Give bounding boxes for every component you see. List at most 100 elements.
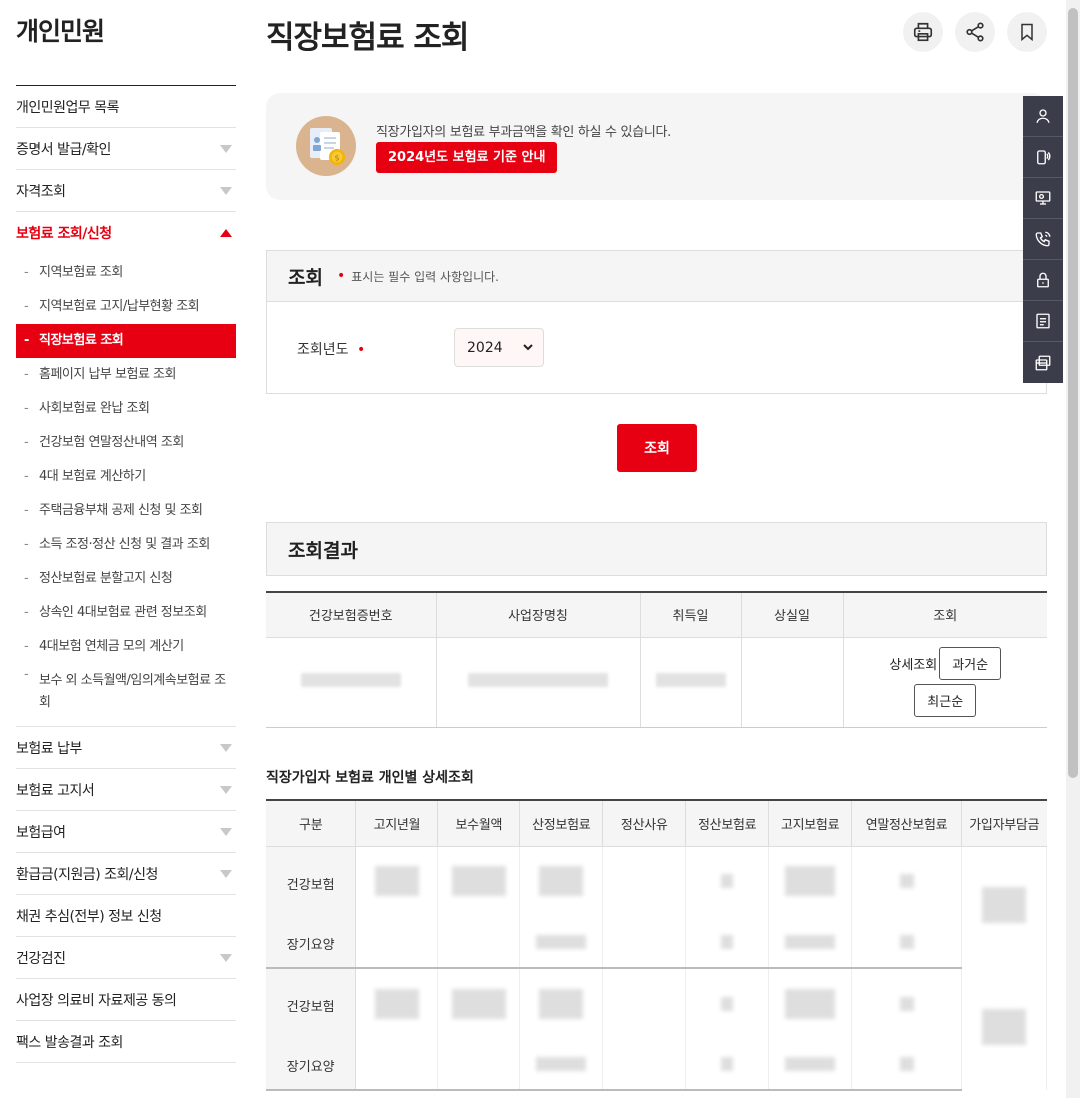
cell <box>851 1042 962 1091</box>
share-icon <box>966 22 984 42</box>
cell <box>519 920 604 969</box>
cell <box>768 968 853 1042</box>
user-icon <box>1036 109 1050 123</box>
cell-query: 상세조회 과거순 최근순 <box>843 637 1048 728</box>
result-table-header: 건강보험증번호 사업장명칭 취득일 상실일 조회 <box>266 592 1047 638</box>
year-label: 조회년도 • <box>297 339 371 359</box>
sidebar-item-benefits[interactable]: 보험급여 <box>16 811 236 853</box>
redacted-value <box>300 673 401 687</box>
sidebar: 개인민원 개인민원업무 목록 증명서 발급/확인 자격조회 보험료 조회/신청 … <box>16 0 236 1063</box>
chevron-down-icon <box>220 743 232 752</box>
submenu-item[interactable]: 보수 외 소득월액/임의계속보험료 조회 <box>16 664 236 720</box>
sidebar-item-refund[interactable]: 환급금(지원금) 조회/신청 <box>16 853 236 895</box>
redacted-value <box>539 866 584 897</box>
sidebar-item-list[interactable]: 개인민원업무 목록 <box>16 86 236 128</box>
page-scrollbar[interactable] <box>1066 0 1080 1098</box>
col-workplace-name: 사업장명칭 <box>436 592 641 638</box>
sidebar-item-label: 건강검진 <box>16 950 66 967</box>
sidebar-item-bill[interactable]: 보험료 고지서 <box>16 769 236 811</box>
submenu-item-current[interactable]: 직장보험료 조회 <box>16 324 236 358</box>
cell <box>685 920 770 969</box>
redacted-value <box>451 866 506 897</box>
year-select[interactable]: 2024 <box>454 328 544 367</box>
submenu-item[interactable]: 정산보험료 분할고지 신청 <box>16 562 236 596</box>
sidebar-item-label: 환급금(지원금) 조회/신청 <box>16 866 158 883</box>
redacted-value <box>655 673 726 687</box>
row-label-care: 장기요양 <box>266 920 357 969</box>
submenu-item[interactable]: 홈페이지 납부 보험료 조회 <box>16 358 236 392</box>
svg-text:$: $ <box>334 154 339 163</box>
submenu-item[interactable]: 4대보험 연체금 모의 계산기 <box>16 630 236 664</box>
search-header: 조회 • 표시는 필수 입력 사항입니다. <box>267 251 1046 302</box>
sort-past-button[interactable]: 과거순 <box>939 647 1002 680</box>
quick-windows-button[interactable] <box>1023 342 1063 383</box>
cell <box>355 968 439 1042</box>
premium-standard-guide-button[interactable]: 2024년도 보험료 기준 안내 <box>376 142 558 173</box>
table-row: 상세조회 과거순 최근순 <box>266 637 1048 728</box>
share-button[interactable] <box>955 12 995 52</box>
submenu-item[interactable]: 건강보험 연말정산내역 조회 <box>16 426 236 460</box>
sidebar-item-premium[interactable]: 보험료 조회/신청 <box>16 212 236 254</box>
cell <box>768 846 853 920</box>
submenu-item[interactable]: 소득 조정·정산 신청 및 결과 조회 <box>16 528 236 562</box>
chevron-down-icon <box>220 186 232 195</box>
redacted-value <box>981 887 1026 924</box>
quick-mobile-button[interactable] <box>1023 137 1063 178</box>
cell <box>437 920 521 969</box>
windows-icon <box>1035 355 1051 370</box>
detail-query-row: 상세조회 과거순 <box>844 647 1048 680</box>
redacted-value <box>536 934 587 949</box>
mobile-signal-icon <box>1037 150 1051 165</box>
year-select-value: 2024 <box>467 339 503 356</box>
redacted-value <box>785 934 836 949</box>
detail-title: 직장가입자 보험료 개인별 상세조회 <box>266 770 474 786</box>
cell-lost-date <box>741 637 844 728</box>
sort-recent-button[interactable]: 최근순 <box>914 684 977 717</box>
cell <box>602 968 687 1042</box>
table-row: 장기요양 <box>266 920 1047 969</box>
sidebar-item-label: 팩스 발송결과 조회 <box>16 1034 123 1051</box>
quick-document-button[interactable] <box>1023 301 1063 342</box>
cell <box>355 846 439 920</box>
submenu-item[interactable]: 사회보험료 완납 조회 <box>16 392 236 426</box>
sidebar-item-label: 보험료 고지서 <box>16 782 95 799</box>
col-insurance-number: 건강보험증번호 <box>266 592 437 638</box>
col-notified-premium: 고지보험료 <box>768 800 853 847</box>
sidebar-item-fax[interactable]: 팩스 발송결과 조회 <box>16 1021 236 1063</box>
scrollbar-thumb[interactable] <box>1068 8 1078 778</box>
quick-lock-button[interactable] <box>1023 260 1063 301</box>
sidebar-item-certificates[interactable]: 증명서 발급/확인 <box>16 128 236 170</box>
cell <box>851 920 962 969</box>
row-label-health: 건강보험 <box>266 968 357 1042</box>
col-settlement-premium: 정산보험료 <box>685 800 770 847</box>
sidebar-item-debt[interactable]: 채권 추심(전부) 정보 신청 <box>16 895 236 937</box>
cell-workplace-name <box>436 637 641 728</box>
redacted-value <box>721 996 734 1011</box>
cell <box>437 1042 521 1091</box>
chevron-down-icon <box>220 953 232 962</box>
submenu-item[interactable]: 주택금융부채 공제 신청 및 조회 <box>16 494 236 528</box>
quick-call-button[interactable] <box>1023 219 1063 260</box>
phone-icon <box>1035 231 1051 247</box>
search-title: 조회 <box>288 266 323 289</box>
sidebar-submenu-wrap: 지역보험료 조회 지역보험료 고지/납부현황 조회 직장보험료 조회 홈페이지 … <box>16 254 236 727</box>
quick-remote-button[interactable] <box>1023 178 1063 219</box>
sidebar-item-medical-consent[interactable]: 사업장 의료비 자료제공 동의 <box>16 979 236 1021</box>
sidebar-item-payment[interactable]: 보험료 납부 <box>16 727 236 769</box>
submenu-item[interactable]: 4대 보험료 계산하기 <box>16 460 236 494</box>
submenu-item[interactable]: 지역보험료 조회 <box>16 256 236 290</box>
cell <box>768 1042 853 1091</box>
print-button[interactable] <box>903 12 943 52</box>
required-mark: • <box>356 342 366 358</box>
quick-user-button[interactable] <box>1023 96 1063 137</box>
cell <box>355 920 439 969</box>
bookmark-button[interactable] <box>1007 12 1047 52</box>
submenu-item[interactable]: 지역보험료 고지/납부현황 조회 <box>16 290 236 324</box>
table-row: 건강보험 <box>266 846 1048 968</box>
col-notice-month: 고지년월 <box>355 800 439 847</box>
query-button[interactable]: 조회 <box>617 424 697 472</box>
submenu-item[interactable]: 상속인 4대보험료 관련 정보조회 <box>16 596 236 630</box>
sidebar-item-label: 채권 추심(전부) 정보 신청 <box>16 908 162 925</box>
sidebar-item-checkup[interactable]: 건강검진 <box>16 937 236 979</box>
sidebar-item-qualification[interactable]: 자격조회 <box>16 170 236 212</box>
